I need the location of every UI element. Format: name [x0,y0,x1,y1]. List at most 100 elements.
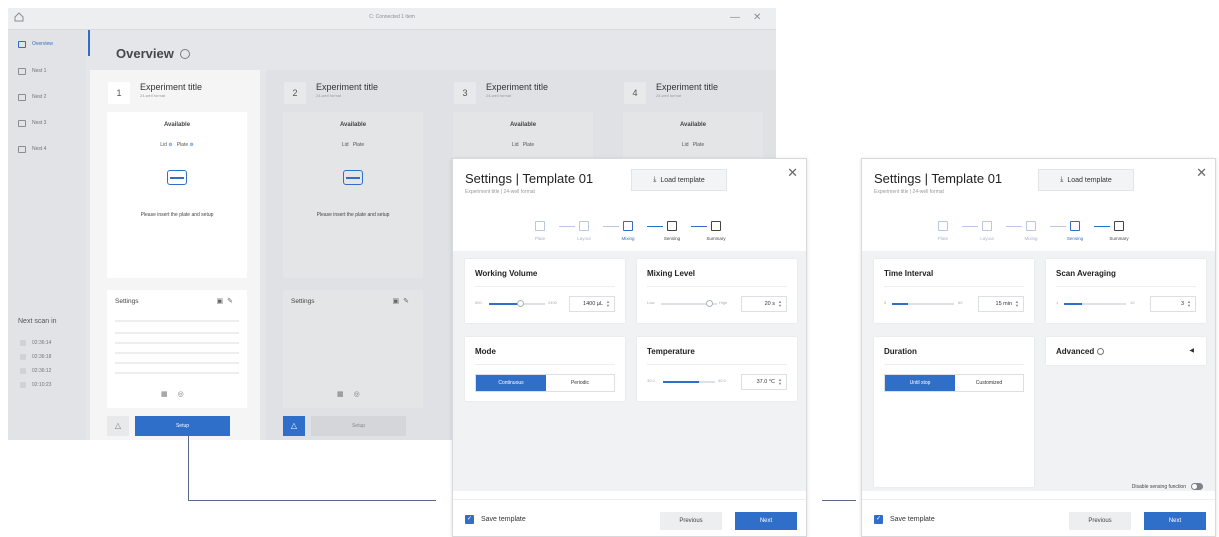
dialog-subtitle: Experiment title | 24-well format [874,189,944,195]
stepper-arrows-icon[interactable]: ▲ ▼ [1187,300,1191,308]
previous-button[interactable]: Previous [1069,512,1131,530]
plate-tab-icon[interactable]: ▦ [161,391,178,398]
disable-sensing-toggle[interactable] [1191,483,1203,490]
divider [647,286,787,287]
previous-button[interactable]: Previous [660,512,722,530]
next-button[interactable]: Next [1144,512,1206,530]
list-item: 02:36:12 [20,368,51,374]
card-title: Duration [884,347,917,356]
advanced-card[interactable]: Advanced ◀ [1046,337,1206,365]
step-label: Sensing [1066,236,1084,241]
edit-icon[interactable]: ✎ [227,298,237,305]
eject-button[interactable]: △ [283,416,305,436]
load-template-button[interactable]: ⤓ Load template [1038,169,1134,191]
camera-tab-icon[interactable]: ◎ [354,391,370,398]
stepper-arrows-icon[interactable]: ▲ ▼ [1015,300,1019,308]
sidebar-item-label: Overview [32,41,53,47]
step-sensing[interactable]: Sensing [647,221,697,241]
temperature-slider[interactable]: 30.0 40.0 [647,377,742,387]
save-icon[interactable]: ▣ [393,298,404,305]
chevron-left-icon[interactable]: ◀ [1189,347,1194,354]
sidebar-item-nest-3[interactable]: Nest 3 [18,117,46,129]
step-sensing[interactable]: Sensing [1050,221,1100,241]
experiment-title: Experiment title [486,82,549,92]
slider-thumb[interactable] [706,300,713,307]
stepper-arrows-icon[interactable]: ▲ ▼ [606,300,610,308]
working-volume-input[interactable]: 1400 µL ▲ ▼ [569,296,615,312]
experiment-card-2: 2 Experiment title 24-well format Availab… [266,70,436,440]
input-value: 15 min [995,301,1013,307]
next-button[interactable]: Next [735,512,797,530]
step-mixing[interactable]: Mixing [603,221,653,241]
sidebar-item-nest-4[interactable]: Nest 4 [18,143,46,155]
mixing-level-slider[interactable]: Low High [647,299,742,309]
experiment-status: Available Lid Plate Please insert the pl… [283,112,423,278]
step-layout[interactable]: Layout [962,221,1012,241]
eject-button[interactable]: △ [107,416,129,436]
close-icon[interactable]: ✕ [1196,165,1207,181]
save-template-label: Save template [481,516,526,523]
scan-averaging-input[interactable]: 3 ▲ ▼ [1150,296,1196,312]
experiment-settings: Settings ▣✎ ▦◎ [107,290,247,408]
plate-icon [167,170,187,185]
summary-icon [1114,221,1124,231]
close-window-icon[interactable]: ✕ [753,11,761,25]
gear-icon[interactable] [179,48,190,59]
stepper-arrows-icon[interactable]: ▲ ▼ [778,378,782,386]
save-template-checkbox[interactable]: ✓ [465,515,474,524]
scan-averaging-slider[interactable]: 1 10 [1056,299,1151,309]
slider-thumb[interactable] [517,300,524,307]
step-layout[interactable]: Layout [559,221,609,241]
settings-panels: Time Interval 5 60 15 min ▲ ▼ Scan Averagi… [862,251,1215,491]
mixing-duration-input[interactable]: 20 s ▲ ▼ [741,296,787,312]
setup-button[interactable]: Setup [135,416,230,436]
divider [115,362,239,364]
settings-panels: Working Volume 500 2400 1400 µL ▲ ▼ Mixing… [453,251,806,491]
sidebar-item-label: Nest 1 [32,68,47,74]
mode-option-continuous[interactable]: Continuous [476,375,546,391]
save-template-checkbox[interactable]: ✓ [874,515,883,524]
slider-min: 30.0 [647,378,655,383]
time-interval-slider[interactable]: 5 60 [884,299,979,309]
sidebar-item-nest-2[interactable]: Nest 2 [18,91,46,103]
minimize-icon[interactable]: — [730,11,740,25]
input-value: 20 s [764,301,776,307]
working-volume-slider[interactable]: 500 2400 [475,299,570,309]
duration-option-customized[interactable]: Customized [955,375,1023,391]
time-interval-input[interactable]: 15 min ▲ ▼ [978,296,1024,312]
experiment-number: 3 [454,82,476,104]
camera-tab-icon[interactable]: ◎ [178,391,194,398]
sidebar-item-overview[interactable]: Overview [18,38,53,50]
list-item: 02:10:23 [20,382,51,388]
step-summary[interactable]: Summary [691,221,741,241]
step-plate[interactable]: Plate [515,221,565,241]
temperature-card: Temperature 30.0 40.0 37.0 °C ▲ ▼ [637,337,797,401]
slider-min: 500 [475,300,482,305]
plate-tab-icon[interactable]: ▦ [337,391,354,398]
download-icon: ⤓ [653,176,657,183]
setup-button[interactable]: Setup [311,416,406,436]
temperature-input[interactable]: 37.0 °C ▲ ▼ [741,374,787,390]
experiment-number: 2 [284,82,306,104]
slider-max: 10 [1130,300,1135,305]
divider [884,286,1024,287]
check-icon: ⊚ [189,142,194,148]
experiment-card-1: 1 Experiment title 24-well format Availab… [90,70,260,440]
edit-icon[interactable]: ✎ [403,298,413,305]
availability-label: Available [163,122,191,128]
sidebar-item-nest-1[interactable]: Nest 1 [18,65,46,77]
step-summary[interactable]: Summary [1094,221,1144,241]
duration-option-until-stop[interactable]: Until stop [885,375,955,391]
load-template-button[interactable]: ⤓ Load template [631,169,727,191]
info-icon[interactable] [1097,348,1105,355]
lid-plate-status: Lid Plate [623,142,763,148]
save-icon[interactable]: ▣ [217,298,228,305]
stepper-arrows-icon[interactable]: ▲ ▼ [778,300,782,308]
dialog-subtitle: Experiment title | 24-well format [465,189,535,195]
mode-option-periodic[interactable]: Periodic [546,375,614,391]
close-icon[interactable]: ✕ [787,165,798,181]
insert-message: Please insert the plate and setup [140,212,214,218]
step-plate[interactable]: Plate [918,221,968,241]
step-mixing[interactable]: Mixing [1006,221,1056,241]
flow-connector [188,436,189,501]
